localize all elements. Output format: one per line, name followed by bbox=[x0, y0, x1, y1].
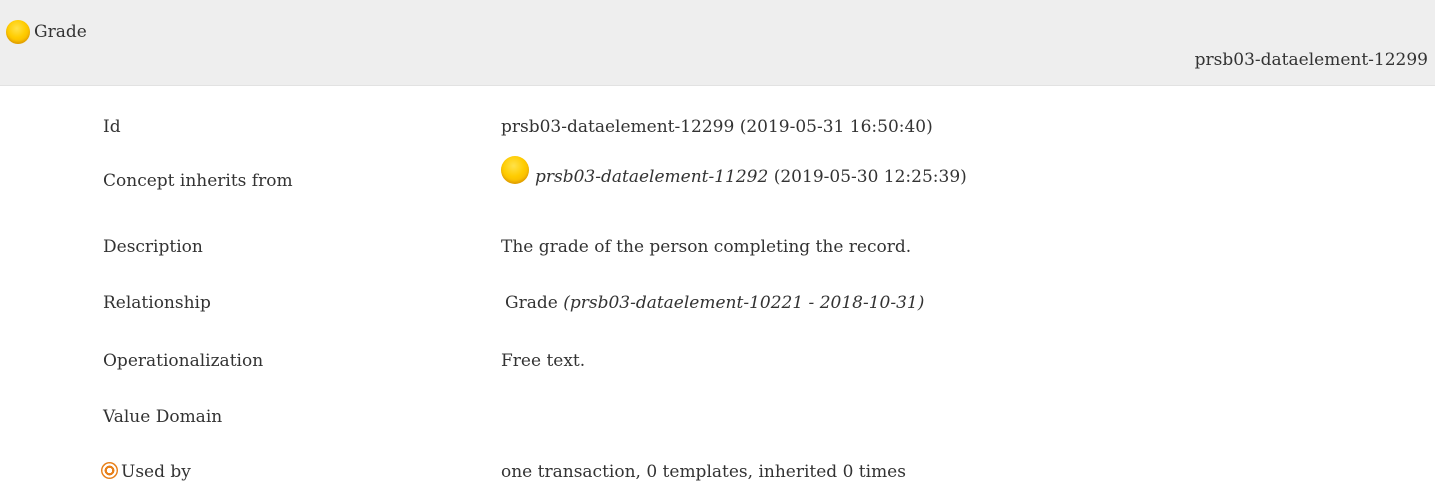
id-label: Id bbox=[103, 117, 121, 137]
description-value: The grade of the person completing the r… bbox=[501, 237, 912, 257]
inherits-link[interactable]: prsb03-dataelement-11292 bbox=[535, 167, 768, 187]
row-description: Description The grade of the person comp… bbox=[0, 237, 1435, 277]
relationship-value: Grade (prsb03-dataelement-10221 - 2018-1… bbox=[505, 293, 924, 313]
used-by-label: Used by bbox=[121, 462, 191, 482]
row-operationalization: Operationalization Free text. bbox=[0, 351, 1435, 391]
inherits-label: Concept inherits from bbox=[103, 171, 293, 191]
row-value-domain: Value Domain bbox=[0, 407, 1435, 447]
used-by-label-wrap: Used by bbox=[101, 462, 191, 482]
row-inherits: Concept inherits from prsb03-dataelement… bbox=[0, 156, 1435, 211]
target-icon bbox=[101, 462, 118, 479]
concept-header: Grade prsb03-dataelement-12299 bbox=[0, 0, 1435, 86]
relationship-label: Relationship bbox=[103, 293, 211, 313]
relationship-name: Grade bbox=[505, 293, 558, 313]
row-relationship: Relationship Grade (prsb03-dataelement-1… bbox=[0, 293, 1435, 333]
concept-title: Grade bbox=[34, 22, 87, 42]
yellow-circle-icon bbox=[6, 20, 30, 44]
inherits-value: prsb03-dataelement-11292 (2019-05-30 12:… bbox=[501, 156, 967, 187]
operationalization-label: Operationalization bbox=[103, 351, 264, 371]
id-value: prsb03-dataelement-12299 (2019-05-31 16:… bbox=[501, 117, 933, 137]
row-used-by: Used by one transaction, 0 templates, in… bbox=[0, 462, 1435, 502]
used-by-value: one transaction, 0 templates, inherited … bbox=[501, 462, 906, 482]
inherits-date: (2019-05-30 12:25:39) bbox=[773, 167, 967, 187]
row-id: Id prsb03-dataelement-12299 (2019-05-31 … bbox=[0, 117, 1435, 157]
concept-id-header: prsb03-dataelement-12299 bbox=[1194, 50, 1428, 70]
operationalization-value: Free text. bbox=[501, 351, 586, 371]
value-domain-label: Value Domain bbox=[103, 407, 223, 427]
relationship-ref[interactable]: (prsb03-dataelement-10221 - 2018-10-31) bbox=[563, 293, 924, 313]
description-label: Description bbox=[103, 237, 203, 257]
concept-title-wrap: Grade bbox=[6, 20, 87, 44]
yellow-circle-icon bbox=[501, 156, 529, 184]
